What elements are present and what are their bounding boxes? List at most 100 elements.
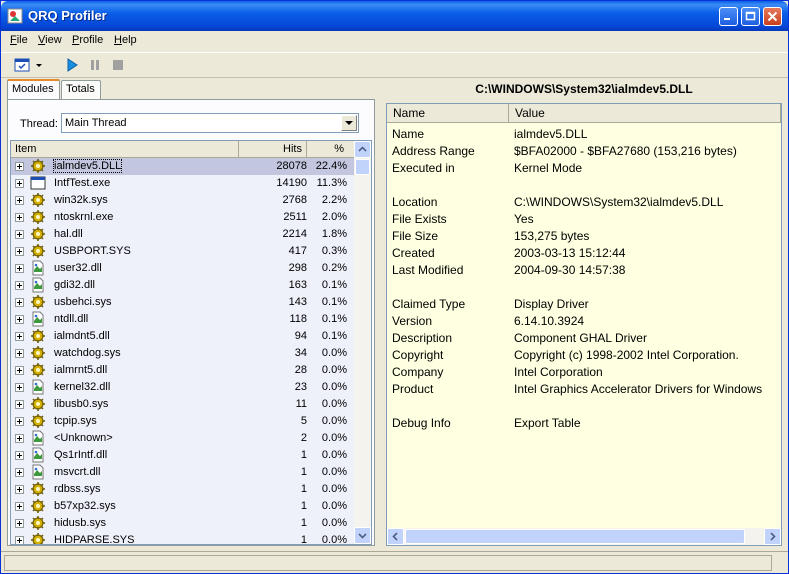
table-row[interactable]: rdbss.sys 1 0.0% [11, 481, 355, 498]
expand-icon[interactable] [15, 468, 24, 477]
property-row[interactable]: Copyright Copyright (c) 1998-2002 Intel C… [387, 347, 781, 364]
table-row[interactable]: libusb0.sys 11 0.0% [11, 396, 355, 413]
table-row[interactable]: HIDPARSE.SYS 1 0.0% [11, 532, 355, 544]
column-header-hits[interactable]: Hits [239, 141, 307, 158]
table-row[interactable]: user32.dll 298 0.2% [11, 260, 355, 277]
expand-icon[interactable] [15, 264, 24, 273]
expand-icon[interactable] [15, 332, 24, 341]
expand-icon[interactable] [15, 366, 24, 375]
table-row[interactable]: msvcrt.dll 1 0.0% [11, 464, 355, 481]
tab-modules[interactable]: Modules [7, 79, 60, 100]
property-row[interactable]: File Size 153,275 bytes [387, 228, 781, 245]
expand-icon[interactable] [15, 213, 24, 222]
stop-button[interactable] [109, 56, 127, 74]
menu-view[interactable]: View [38, 34, 62, 46]
select-process-button[interactable] [13, 56, 31, 74]
column-header-item[interactable]: Item [11, 141, 239, 158]
expand-icon[interactable] [15, 502, 24, 511]
play-button[interactable] [63, 56, 81, 74]
property-row[interactable]: Claimed Type Display Driver [387, 296, 781, 313]
property-name: Copyright [392, 348, 444, 362]
property-row[interactable]: Address Range $BFA02000 - $BFA27680 (153,… [387, 143, 781, 160]
scroll-down-button[interactable] [354, 527, 371, 544]
expand-icon[interactable] [15, 298, 24, 307]
column-header-pct[interactable]: % [307, 141, 355, 158]
menu-profile[interactable]: Profile [72, 34, 103, 46]
table-row[interactable]: ialmrnt5.dll 28 0.0% [11, 362, 355, 379]
expand-icon[interactable] [15, 536, 24, 544]
module-hits: 2214 [282, 228, 307, 240]
property-row[interactable]: Last Modified 2004-09-30 14:57:38 [387, 262, 781, 279]
thread-select[interactable]: Main Thread [61, 113, 359, 133]
expand-icon[interactable] [15, 162, 24, 171]
scroll-left-button[interactable] [387, 528, 404, 545]
property-row[interactable]: Debug Info Export Table [387, 415, 781, 432]
table-row[interactable]: ntdll.dll 118 0.1% [11, 311, 355, 328]
vertical-scrollbar[interactable] [354, 141, 371, 544]
table-row[interactable]: win32k.sys 2768 2.2% [11, 192, 355, 209]
expand-icon[interactable] [15, 519, 24, 528]
table-row[interactable]: b57xp32.sys 1 0.0% [11, 498, 355, 515]
property-row[interactable]: Created 2003-03-13 15:12:44 [387, 245, 781, 262]
close-button[interactable] [763, 7, 782, 26]
maximize-button[interactable] [741, 7, 760, 26]
chevron-down-icon[interactable] [34, 56, 44, 74]
expand-icon[interactable] [15, 247, 24, 256]
table-row[interactable]: IntfTest.exe 14190 11.3% [11, 175, 355, 192]
expand-icon[interactable] [15, 417, 24, 426]
minimize-button[interactable] [719, 7, 738, 26]
expand-icon[interactable] [15, 281, 24, 290]
menu-file[interactable]: File [10, 34, 28, 46]
scroll-right-button[interactable] [764, 528, 781, 545]
title-bar[interactable]: QRQ Profiler [1, 1, 788, 31]
chevron-down-icon [345, 121, 353, 125]
table-row[interactable]: ialmdev5.DLL 28078 22.4% [11, 158, 355, 175]
expand-icon[interactable] [15, 349, 24, 358]
expand-icon[interactable] [15, 196, 24, 205]
property-row[interactable] [387, 279, 781, 296]
table-row[interactable]: gdi32.dll 163 0.1% [11, 277, 355, 294]
table-row[interactable]: usbehci.sys 143 0.1% [11, 294, 355, 311]
property-row[interactable]: Location C:\WINDOWS\System32\ialmdev5.DLL [387, 194, 781, 211]
property-row[interactable]: Product Intel Graphics Accelerator Driver… [387, 381, 781, 398]
thread-dropdown-button[interactable] [341, 115, 357, 131]
expand-icon[interactable] [15, 315, 24, 324]
table-row[interactable]: ntoskrnl.exe 2511 2.0% [11, 209, 355, 226]
menu-help[interactable]: Help [114, 34, 137, 46]
modules-list[interactable]: Item Hits % ialmdev5.DLL 28078 22.4% IntfTe… [10, 140, 372, 545]
property-row[interactable] [387, 398, 781, 415]
property-row[interactable]: File Exists Yes [387, 211, 781, 228]
expand-icon[interactable] [15, 230, 24, 239]
scroll-thumb[interactable] [355, 159, 370, 175]
expand-icon[interactable] [15, 400, 24, 409]
property-row[interactable]: Version 6.14.10.3924 [387, 313, 781, 330]
expand-icon[interactable] [15, 179, 24, 188]
horizontal-scroll-thumb[interactable] [405, 529, 745, 544]
expand-icon[interactable] [15, 451, 24, 460]
expand-icon[interactable] [15, 434, 24, 443]
column-header-value[interactable]: Value [509, 104, 781, 123]
expand-icon[interactable] [15, 383, 24, 392]
property-row[interactable]: Company Intel Corporation [387, 364, 781, 381]
table-row[interactable]: Qs1rIntf.dll 1 0.0% [11, 447, 355, 464]
scroll-up-button[interactable] [354, 141, 371, 158]
table-row[interactable]: kernel32.dll 23 0.0% [11, 379, 355, 396]
property-row[interactable]: Description Component GHAL Driver [387, 330, 781, 347]
pane-splitter[interactable] [380, 99, 384, 546]
pause-button[interactable] [86, 56, 104, 74]
property-row[interactable] [387, 177, 781, 194]
column-header-name[interactable]: Name [387, 104, 509, 123]
table-row[interactable]: watchdog.sys 34 0.0% [11, 345, 355, 362]
property-row[interactable]: Name ialmdev5.DLL [387, 126, 781, 143]
horizontal-scrollbar[interactable] [387, 528, 781, 545]
table-row[interactable]: hal.dll 2214 1.8% [11, 226, 355, 243]
expand-icon[interactable] [15, 485, 24, 494]
table-row[interactable]: ialmdnt5.dll 94 0.1% [11, 328, 355, 345]
table-row[interactable]: tcpip.sys 5 0.0% [11, 413, 355, 430]
property-name: Version [392, 314, 433, 328]
table-row[interactable]: hidusb.sys 1 0.0% [11, 515, 355, 532]
table-row[interactable]: <Unknown> 2 0.0% [11, 430, 355, 447]
table-row[interactable]: USBPORT.SYS 417 0.3% [11, 243, 355, 260]
property-row[interactable]: Executed in Kernel Mode [387, 160, 781, 177]
tab-totals[interactable]: Totals [61, 80, 101, 99]
